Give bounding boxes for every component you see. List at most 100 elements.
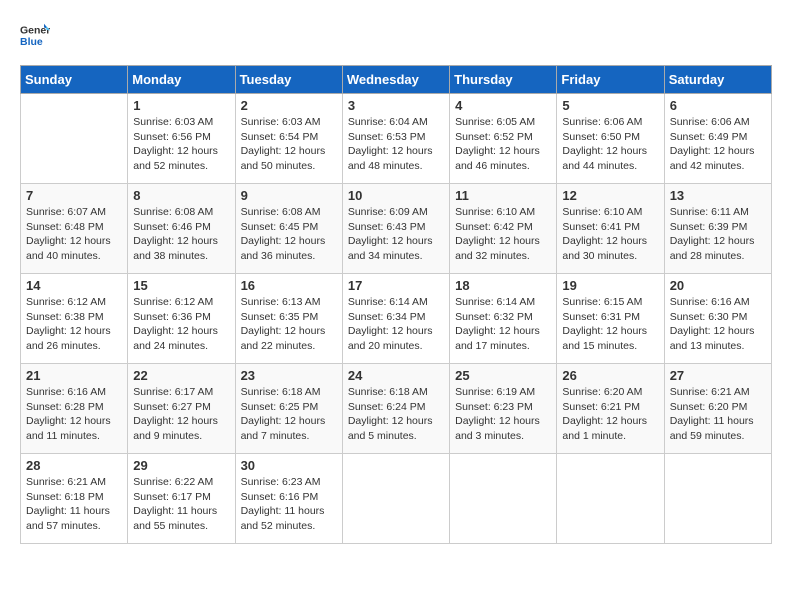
day-info: Sunrise: 6:20 AMSunset: 6:21 PMDaylight:… — [562, 385, 658, 444]
day-number: 12 — [562, 188, 658, 203]
day-header-sunday: Sunday — [21, 66, 128, 94]
day-number: 3 — [348, 98, 444, 113]
week-row-5: 28 Sunrise: 6:21 AMSunset: 6:18 PMDayligh… — [21, 454, 772, 544]
calendar-cell: 8 Sunrise: 6:08 AMSunset: 6:46 PMDaylight… — [128, 184, 235, 274]
day-info: Sunrise: 6:04 AMSunset: 6:53 PMDaylight:… — [348, 115, 444, 174]
logo: General Blue — [20, 20, 54, 50]
day-info: Sunrise: 6:21 AMSunset: 6:20 PMDaylight:… — [670, 385, 766, 444]
day-info: Sunrise: 6:03 AMSunset: 6:54 PMDaylight:… — [241, 115, 337, 174]
day-number: 14 — [26, 278, 122, 293]
day-info: Sunrise: 6:12 AMSunset: 6:36 PMDaylight:… — [133, 295, 229, 354]
day-number: 7 — [26, 188, 122, 203]
day-info: Sunrise: 6:09 AMSunset: 6:43 PMDaylight:… — [348, 205, 444, 264]
day-number: 6 — [670, 98, 766, 113]
calendar-cell: 10 Sunrise: 6:09 AMSunset: 6:43 PMDayligh… — [342, 184, 449, 274]
calendar-cell: 15 Sunrise: 6:12 AMSunset: 6:36 PMDayligh… — [128, 274, 235, 364]
logo-icon: General Blue — [20, 20, 50, 50]
day-header-friday: Friday — [557, 66, 664, 94]
calendar-cell — [21, 94, 128, 184]
day-info: Sunrise: 6:07 AMSunset: 6:48 PMDaylight:… — [26, 205, 122, 264]
day-number: 24 — [348, 368, 444, 383]
page-header: General Blue — [20, 20, 772, 50]
calendar-cell: 16Sunrise: 6:13 AMSunset: 6:35 PMDayligh… — [235, 274, 342, 364]
calendar-cell: 7 Sunrise: 6:07 AMSunset: 6:48 PMDaylight… — [21, 184, 128, 274]
calendar-cell: 17 Sunrise: 6:14 AMSunset: 6:34 PMDayligh… — [342, 274, 449, 364]
day-header-wednesday: Wednesday — [342, 66, 449, 94]
day-number: 17 — [348, 278, 444, 293]
header-row: SundayMondayTuesdayWednesdayThursdayFrid… — [21, 66, 772, 94]
calendar-cell: 5 Sunrise: 6:06 AMSunset: 6:50 PMDaylight… — [557, 94, 664, 184]
day-number: 2 — [241, 98, 337, 113]
day-number: 15 — [133, 278, 229, 293]
calendar-cell: 2 Sunrise: 6:03 AMSunset: 6:54 PMDaylight… — [235, 94, 342, 184]
calendar-cell: 21Sunrise: 6:16 AMSunset: 6:28 PMDayligh… — [21, 364, 128, 454]
day-info: Sunrise: 6:06 AMSunset: 6:50 PMDaylight:… — [562, 115, 658, 174]
day-number: 22 — [133, 368, 229, 383]
calendar-cell: 14 Sunrise: 6:12 AMSunset: 6:38 PMDayligh… — [21, 274, 128, 364]
calendar-cell: 26Sunrise: 6:20 AMSunset: 6:21 PMDayligh… — [557, 364, 664, 454]
svg-text:Blue: Blue — [20, 36, 43, 48]
calendar-cell: 25 Sunrise: 6:19 AMSunset: 6:23 PMDayligh… — [450, 364, 557, 454]
day-info: Sunrise: 6:06 AMSunset: 6:49 PMDaylight:… — [670, 115, 766, 174]
calendar-cell: 28 Sunrise: 6:21 AMSunset: 6:18 PMDayligh… — [21, 454, 128, 544]
day-number: 25 — [455, 368, 551, 383]
day-number: 9 — [241, 188, 337, 203]
day-info: Sunrise: 6:10 AMSunset: 6:42 PMDaylight:… — [455, 205, 551, 264]
day-number: 10 — [348, 188, 444, 203]
day-info: Sunrise: 6:14 AMSunset: 6:32 PMDaylight:… — [455, 295, 551, 354]
calendar-cell: 4 Sunrise: 6:05 AMSunset: 6:52 PMDaylight… — [450, 94, 557, 184]
day-number: 13 — [670, 188, 766, 203]
day-number: 4 — [455, 98, 551, 113]
day-info: Sunrise: 6:12 AMSunset: 6:38 PMDaylight:… — [26, 295, 122, 354]
calendar-cell: 29 Sunrise: 6:22 AMSunset: 6:17 PMDayligh… — [128, 454, 235, 544]
day-header-thursday: Thursday — [450, 66, 557, 94]
calendar-cell: 18 Sunrise: 6:14 AMSunset: 6:32 PMDayligh… — [450, 274, 557, 364]
day-info: Sunrise: 6:22 AMSunset: 6:17 PMDaylight:… — [133, 475, 229, 534]
calendar-cell: 24 Sunrise: 6:18 AMSunset: 6:24 PMDayligh… — [342, 364, 449, 454]
day-info: Sunrise: 6:08 AMSunset: 6:45 PMDaylight:… — [241, 205, 337, 264]
calendar-cell: 1Sunrise: 6:03 AMSunset: 6:56 PMDaylight… — [128, 94, 235, 184]
week-row-4: 21Sunrise: 6:16 AMSunset: 6:28 PMDayligh… — [21, 364, 772, 454]
week-row-2: 7 Sunrise: 6:07 AMSunset: 6:48 PMDaylight… — [21, 184, 772, 274]
week-row-3: 14 Sunrise: 6:12 AMSunset: 6:38 PMDayligh… — [21, 274, 772, 364]
day-info: Sunrise: 6:10 AMSunset: 6:41 PMDaylight:… — [562, 205, 658, 264]
day-number: 18 — [455, 278, 551, 293]
day-number: 1 — [133, 98, 229, 113]
day-number: 29 — [133, 458, 229, 473]
calendar-cell: 20 Sunrise: 6:16 AMSunset: 6:30 PMDayligh… — [664, 274, 771, 364]
day-header-monday: Monday — [128, 66, 235, 94]
calendar-cell: 12 Sunrise: 6:10 AMSunset: 6:41 PMDayligh… — [557, 184, 664, 274]
day-info: Sunrise: 6:16 AMSunset: 6:30 PMDaylight:… — [670, 295, 766, 354]
day-info: Sunrise: 6:18 AMSunset: 6:24 PMDaylight:… — [348, 385, 444, 444]
day-info: Sunrise: 6:23 AMSunset: 6:16 PMDaylight:… — [241, 475, 337, 534]
calendar-cell: 23Sunrise: 6:18 AMSunset: 6:25 PMDayligh… — [235, 364, 342, 454]
day-number: 8 — [133, 188, 229, 203]
calendar-table: SundayMondayTuesdayWednesdayThursdayFrid… — [20, 65, 772, 544]
day-info: Sunrise: 6:14 AMSunset: 6:34 PMDaylight:… — [348, 295, 444, 354]
calendar-cell: 6 Sunrise: 6:06 AMSunset: 6:49 PMDaylight… — [664, 94, 771, 184]
calendar-cell: 22 Sunrise: 6:17 AMSunset: 6:27 PMDayligh… — [128, 364, 235, 454]
calendar-cell — [557, 454, 664, 544]
day-info: Sunrise: 6:19 AMSunset: 6:23 PMDaylight:… — [455, 385, 551, 444]
day-number: 27 — [670, 368, 766, 383]
week-row-1: 1Sunrise: 6:03 AMSunset: 6:56 PMDaylight… — [21, 94, 772, 184]
day-info: Sunrise: 6:21 AMSunset: 6:18 PMDaylight:… — [26, 475, 122, 534]
calendar-cell — [450, 454, 557, 544]
day-number: 19 — [562, 278, 658, 293]
calendar-cell: 9 Sunrise: 6:08 AMSunset: 6:45 PMDaylight… — [235, 184, 342, 274]
day-number: 23 — [241, 368, 337, 383]
day-number: 20 — [670, 278, 766, 293]
day-info: Sunrise: 6:16 AMSunset: 6:28 PMDaylight:… — [26, 385, 122, 444]
day-info: Sunrise: 6:11 AMSunset: 6:39 PMDaylight:… — [670, 205, 766, 264]
day-number: 30 — [241, 458, 337, 473]
day-number: 5 — [562, 98, 658, 113]
day-number: 28 — [26, 458, 122, 473]
day-info: Sunrise: 6:17 AMSunset: 6:27 PMDaylight:… — [133, 385, 229, 444]
day-info: Sunrise: 6:08 AMSunset: 6:46 PMDaylight:… — [133, 205, 229, 264]
day-info: Sunrise: 6:15 AMSunset: 6:31 PMDaylight:… — [562, 295, 658, 354]
day-header-saturday: Saturday — [664, 66, 771, 94]
calendar-cell: 19 Sunrise: 6:15 AMSunset: 6:31 PMDayligh… — [557, 274, 664, 364]
day-info: Sunrise: 6:05 AMSunset: 6:52 PMDaylight:… — [455, 115, 551, 174]
calendar-cell: 27 Sunrise: 6:21 AMSunset: 6:20 PMDayligh… — [664, 364, 771, 454]
day-number: 16 — [241, 278, 337, 293]
